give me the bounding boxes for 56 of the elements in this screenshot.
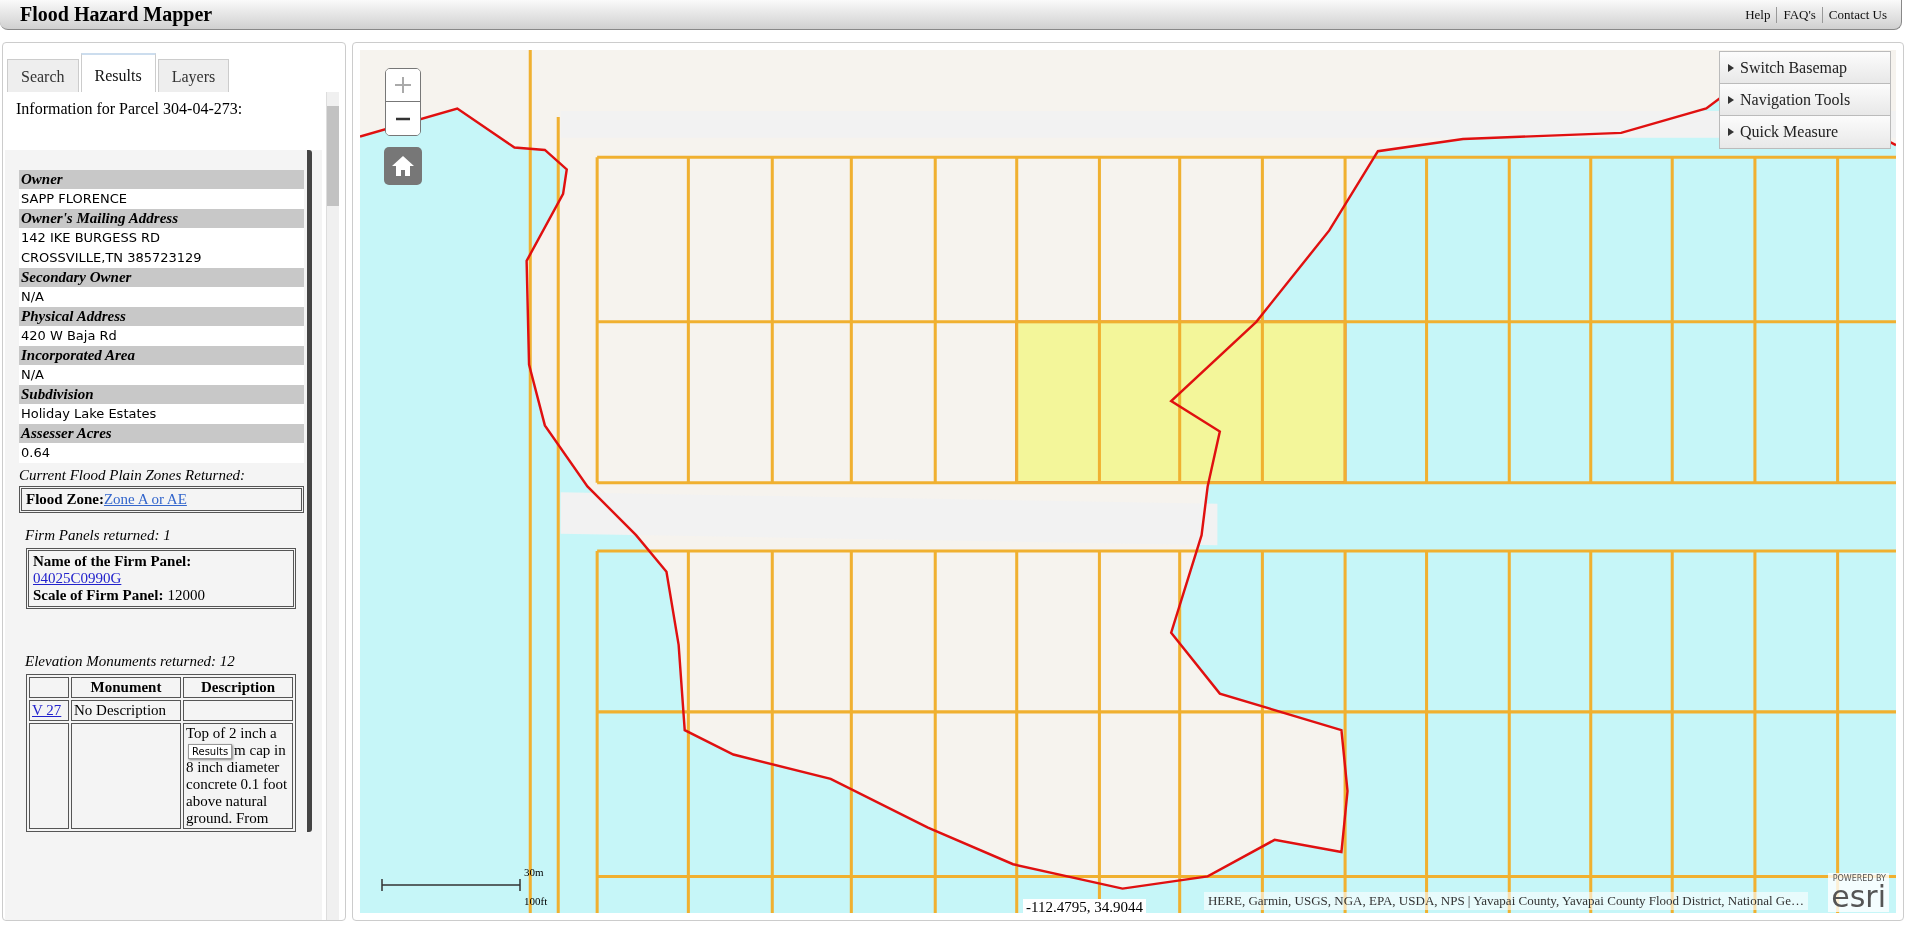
map-coordinates: -112.4795, 34.9044: [1023, 899, 1146, 916]
parcel-heading: Information for Parcel 304-04-273:: [5, 92, 322, 150]
monuments-caption: Elevation Monuments returned: 12: [25, 653, 236, 670]
panel-tab[interactable]: Results: [80, 53, 156, 92]
firm-scale-value: 12000: [167, 587, 205, 604]
monument-link[interactable]: V 27: [32, 702, 62, 718]
zoom-out-button[interactable]: [386, 102, 420, 135]
table-header: Monument: [71, 677, 181, 698]
map-tool-menu[interactable]: Navigation Tools: [1720, 84, 1890, 116]
field-value: Holiday Lake Estates: [19, 404, 304, 424]
table-cell: No Description: [71, 700, 181, 721]
map-attribution: HERE, Garmin, USGS, NGA, EPA, USDA, NPS | Yavapai County, Yavapai County Flood District, National Ge…: [1203, 892, 1808, 910]
header-link[interactable]: Help: [1739, 6, 1777, 23]
header-link[interactable]: Contact Us: [1821, 6, 1893, 23]
table-header: [29, 677, 69, 698]
esri-logo: esri: [1831, 883, 1886, 911]
header-link[interactable]: FAQ's: [1776, 6, 1822, 23]
field-value: CROSSVILLE,TN 385723129: [19, 248, 304, 268]
flood-zone-label: Flood Zone:: [26, 491, 104, 507]
field-value: N/A: [19, 365, 304, 385]
flood-zones-caption: Current Flood Plain Zones Returned:: [19, 467, 247, 484]
field-label: Owner: [19, 170, 304, 189]
zoom-in-button[interactable]: [386, 69, 420, 102]
field-value: N/A: [19, 287, 304, 307]
app-title: Flood Hazard Mapper: [20, 3, 213, 26]
field-label: Owner's Mailing Address: [19, 209, 304, 228]
field-value: 142 IKE BURGESS RD: [19, 228, 304, 248]
triangle-icon: [1728, 63, 1734, 72]
panel-tab[interactable]: Search: [7, 59, 79, 92]
field-value: 420 W Baja Rd: [19, 326, 304, 346]
logo-caption: POWERED BY: [1832, 874, 1886, 883]
field-value: 0.64: [19, 443, 304, 463]
plus-icon: [394, 76, 412, 94]
flood-zone-link[interactable]: Zone A or AE: [103, 491, 187, 507]
firm-name-label: Name of the Firm Panel:: [33, 553, 193, 570]
map-tool-menu[interactable]: Quick Measure: [1720, 116, 1890, 148]
firm-scale-label: Scale of Firm Panel:: [33, 587, 164, 604]
field-label: Incorporated Area: [19, 346, 304, 365]
minus-icon: [396, 116, 410, 121]
table-header: Description: [183, 677, 293, 698]
triangle-icon: [1728, 95, 1734, 104]
firm-panel-link[interactable]: 04025C0990G: [33, 570, 289, 587]
home-icon: [391, 155, 415, 177]
home-button[interactable]: [384, 147, 422, 185]
field-label: Subdivision: [19, 385, 304, 404]
scrollbar[interactable]: [326, 92, 339, 920]
tooltip: Results: [188, 744, 233, 759]
field-label: Physical Address: [19, 307, 304, 326]
field-label: Secondary Owner: [19, 268, 304, 287]
firm-panels-caption: Firm Panels returned: 1: [25, 527, 172, 544]
field-value: SAPP FLORENCE: [19, 189, 304, 209]
panel-tab[interactable]: Layers: [157, 59, 230, 92]
triangle-icon: [1728, 128, 1734, 136]
map-tool-menu[interactable]: Switch Basemap: [1720, 52, 1890, 84]
field-label: Assesser Acres: [19, 424, 304, 443]
table-cell: Top of 2 inch a Results m cap in 8 inch diameter concrete 0.1 foot above natural ground. From: [183, 723, 293, 829]
